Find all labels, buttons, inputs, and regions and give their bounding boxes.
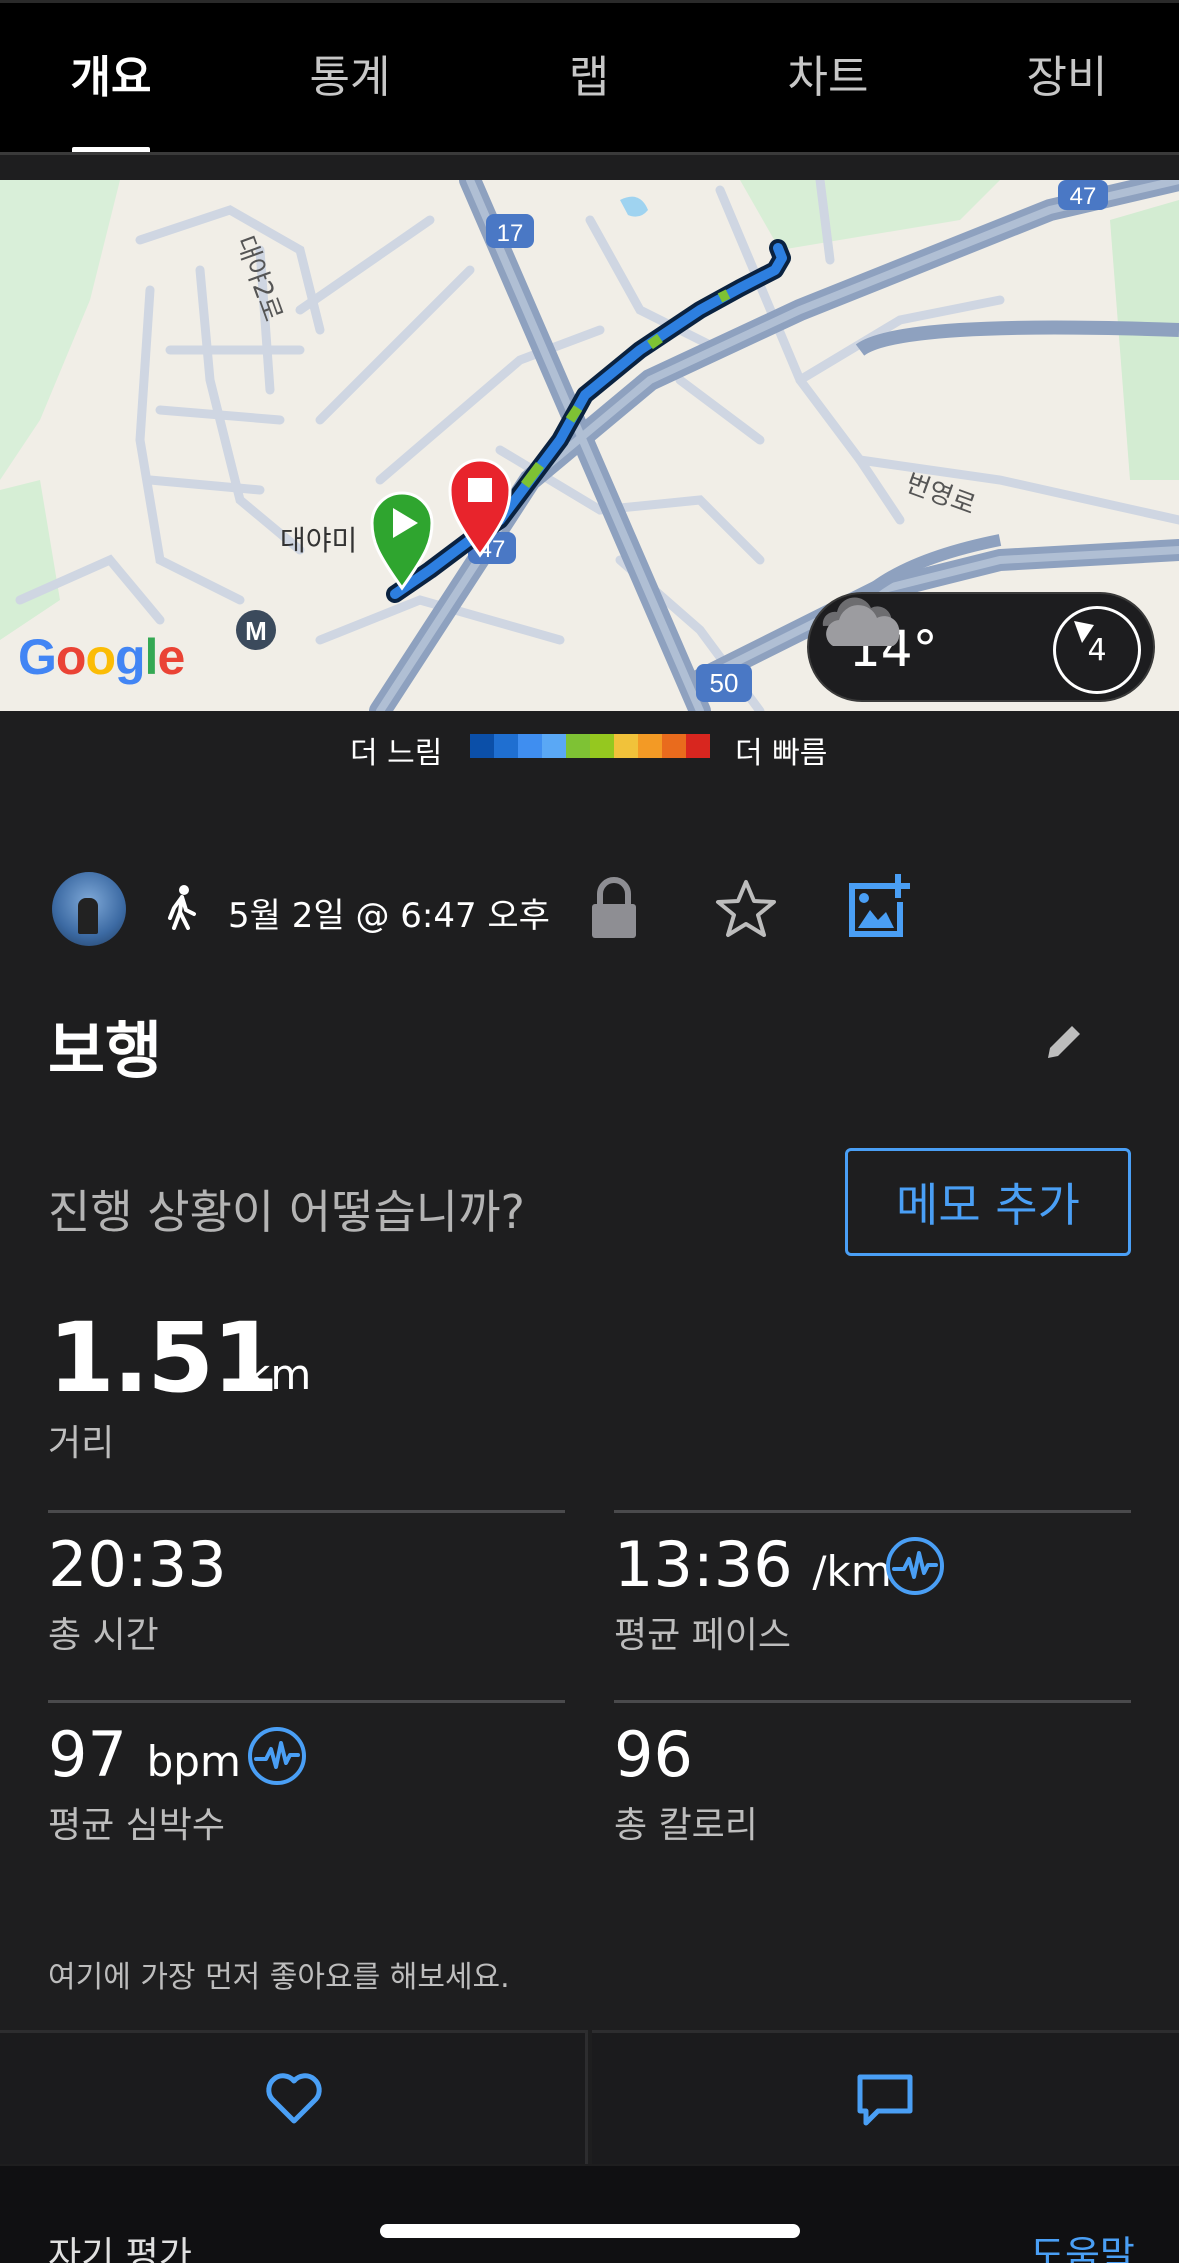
progress-prompt: 진행 상황이 어떻습니까? [48, 1185, 525, 1239]
distance-label: 거리 [48, 1423, 115, 1464]
heart-icon [266, 2073, 322, 2124]
legend-fast-label: 더 빠름 [735, 736, 828, 771]
calories-label: 총 칼로리 [614, 1805, 758, 1846]
self-evaluation-section: 자기 평가 도움말 [0, 2166, 1179, 2263]
legend-color-swatch [662, 734, 686, 758]
tab-overview[interactable]: 개요 [11, 41, 211, 105]
activity-date: 5월 2일 @ 6:47 오후 [228, 896, 550, 936]
avatar[interactable] [52, 872, 126, 946]
divider [614, 1510, 1131, 1513]
avg-hr: 97 bpm [48, 1718, 241, 1791]
legend-slow-label: 더 느림 [350, 736, 443, 771]
like-button[interactable] [0, 2030, 588, 2164]
cloud-icon [822, 597, 900, 646]
place-label: 대야미 [280, 524, 357, 557]
legend-color-swatch [470, 734, 494, 758]
route-shield: 47 [1058, 180, 1108, 210]
total-time-label: 총 시간 [48, 1615, 159, 1656]
legend-color-bar [470, 734, 710, 758]
activity-graph-icon[interactable] [884, 1535, 946, 1597]
tab-stats[interactable]: 통계 [250, 41, 450, 105]
legend-color-swatch [614, 734, 638, 758]
add-photo-icon[interactable] [846, 872, 912, 940]
activity-title: 보행 [48, 1014, 163, 1087]
svg-text:47: 47 [1070, 183, 1097, 210]
edit-icon[interactable] [1040, 1018, 1088, 1066]
weather-badge: 14° 4 [807, 592, 1155, 702]
legend-color-swatch [518, 734, 542, 758]
avg-pace-unit: /km [812, 1547, 892, 1596]
activity-detail-screen: 개요 통계 랩 차트 장비 17 47 47 50 대야2로 대야미 번영로 M… [0, 0, 1179, 2263]
legend-color-swatch [494, 734, 518, 758]
svg-text:M: M [245, 616, 267, 646]
avg-hr-value: 97 [48, 1718, 127, 1791]
comment-icon [857, 2074, 913, 2126]
distance-unit: km [246, 1350, 312, 1399]
total-time-value: 20:33 [48, 1528, 227, 1601]
wind-speed: 4 [1087, 633, 1107, 668]
legend-color-swatch [686, 734, 710, 758]
divider [614, 1700, 1131, 1703]
legend-color-swatch [590, 734, 614, 758]
google-logo: Google [18, 629, 185, 685]
walk-icon [168, 885, 196, 930]
route-shield: 50 [696, 664, 752, 702]
avg-pace: 13:36 /km [614, 1528, 892, 1601]
metro-icon: M [236, 610, 276, 650]
divider [0, 152, 1179, 155]
divider [48, 1510, 565, 1513]
route-shield: 17 [486, 214, 534, 248]
tab-gear[interactable]: 장비 [967, 41, 1167, 105]
star-icon[interactable] [714, 878, 778, 940]
legend-color-swatch [566, 734, 590, 758]
tab-charts[interactable]: 차트 [728, 41, 928, 105]
comment-button[interactable] [592, 2030, 1179, 2164]
avg-pace-value: 13:36 [614, 1528, 793, 1601]
avg-hr-label: 평균 심박수 [48, 1805, 226, 1846]
route-map[interactable]: 17 47 47 50 대야2로 대야미 번영로 M Google 14° 4 [0, 180, 1179, 711]
legend-color-swatch [638, 734, 662, 758]
svg-text:50: 50 [710, 668, 739, 698]
avg-pace-label: 평균 페이스 [614, 1615, 792, 1656]
calories-value: 96 [614, 1718, 693, 1791]
pace-legend: 더 느림 더 빠름 [0, 722, 1179, 772]
distance-value: 1.51 [48, 1302, 279, 1414]
tab-laps[interactable]: 랩 [489, 41, 689, 105]
heart-rate-graph-icon[interactable] [246, 1725, 308, 1787]
self-evaluation-label: 자기 평가 [48, 2235, 192, 2263]
legend-color-swatch [542, 734, 566, 758]
tab-bar: 개요 통계 랩 차트 장비 [0, 0, 1179, 154]
lock-icon[interactable] [586, 876, 642, 940]
help-link[interactable]: 도움말 [1030, 2224, 1135, 2263]
svg-text:17: 17 [497, 220, 524, 247]
wind-indicator: 4 [1053, 606, 1141, 694]
add-memo-button[interactable]: 메모 추가 [845, 1148, 1131, 1256]
home-indicator[interactable] [380, 2224, 800, 2238]
avg-hr-unit: bpm [146, 1737, 241, 1786]
divider [48, 1700, 565, 1703]
first-like-text: 여기에 가장 먼저 좋아요를 해보세요. [48, 1960, 510, 1995]
